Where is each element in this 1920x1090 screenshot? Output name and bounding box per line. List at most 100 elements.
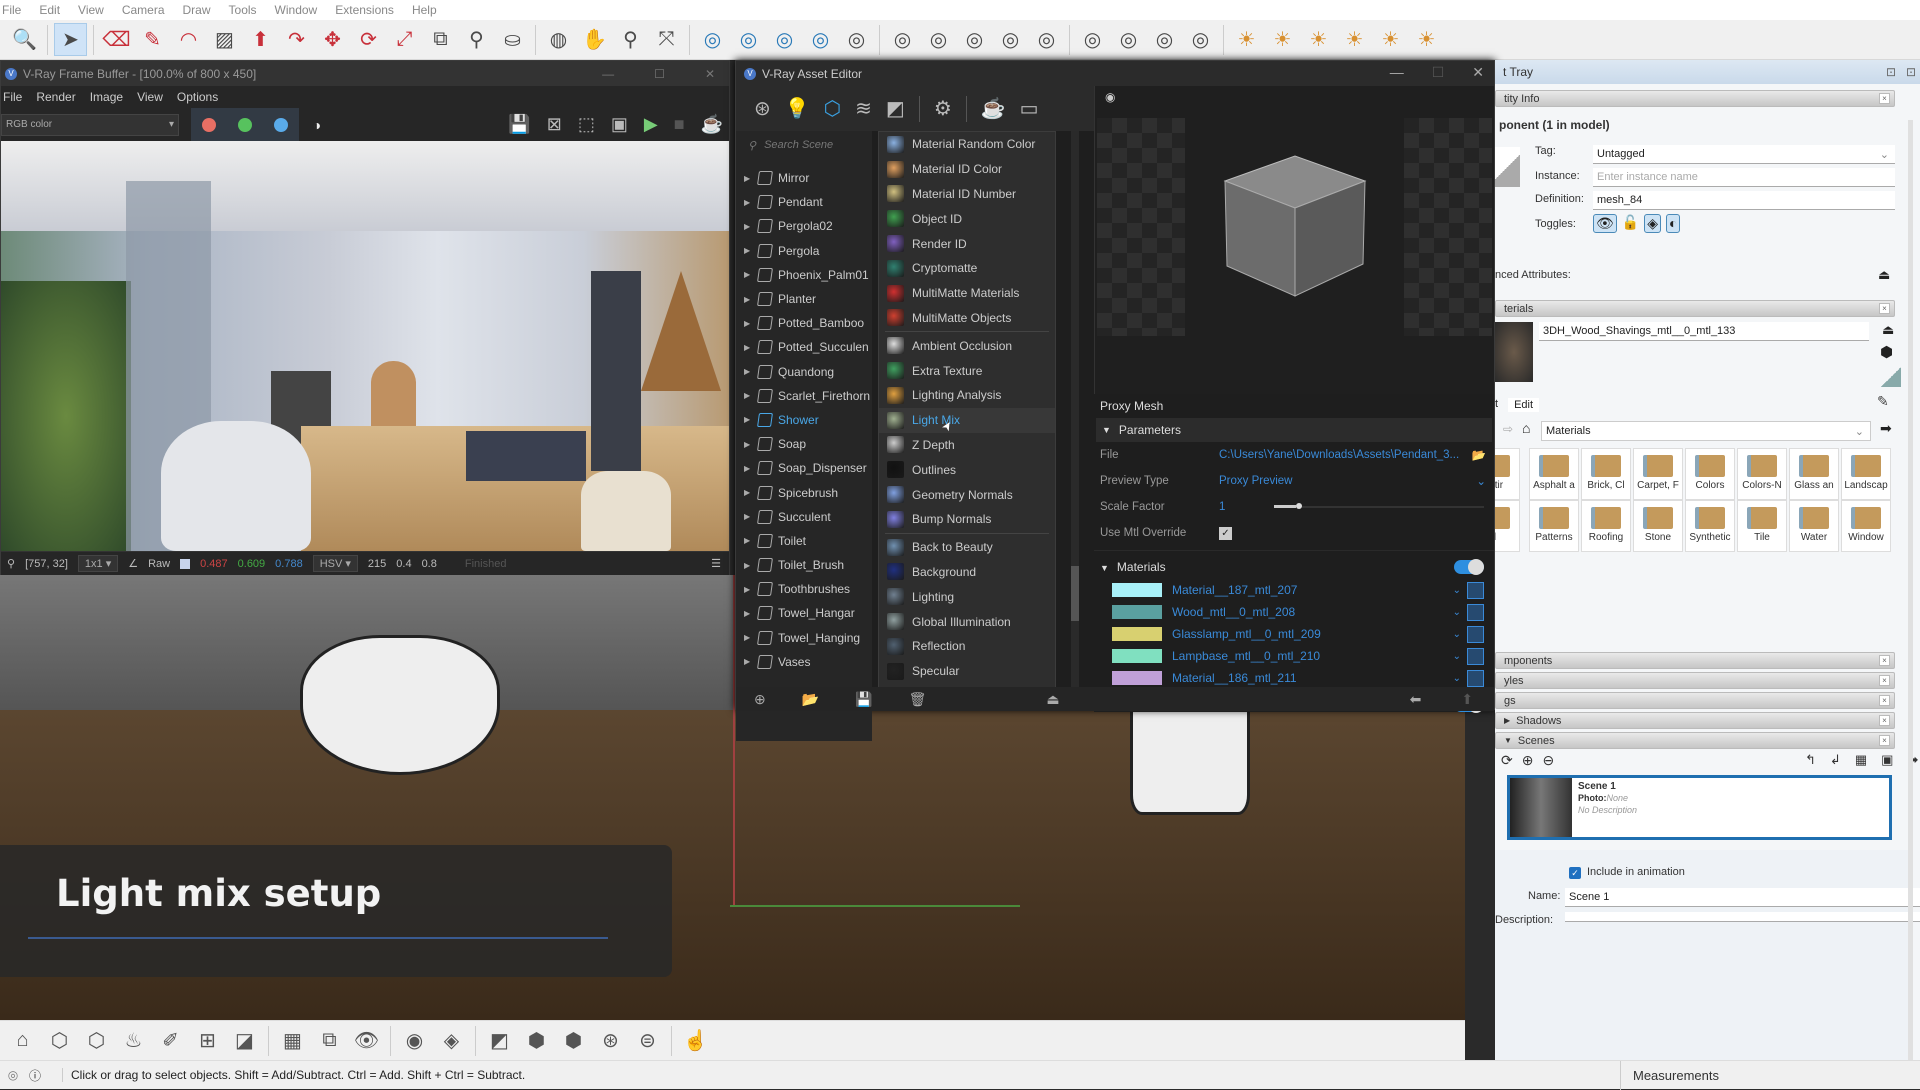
- slider-handle[interactable]: [1296, 503, 1302, 509]
- expand-arrow-icon[interactable]: ▶: [744, 585, 752, 594]
- pin-icon[interactable]: ⊡: [1886, 65, 1896, 79]
- green-channel-button[interactable]: [227, 108, 263, 141]
- show-thumbnails-icon[interactable]: ▣: [1881, 752, 1893, 768]
- material-folder[interactable]: Asphalt a: [1529, 448, 1579, 500]
- expand-arrow-icon[interactable]: ▶: [744, 295, 752, 304]
- material-folder[interactable]: l: [1495, 500, 1520, 552]
- definition-input[interactable]: mesh_84: [1593, 191, 1895, 210]
- render-element-menu-item[interactable]: Reflection: [879, 634, 1055, 659]
- materials-toggle[interactable]: [1454, 559, 1484, 575]
- receive-shadows-icon[interactable]: ◈: [1644, 214, 1661, 233]
- delete-icon[interactable]: 🗑: [909, 691, 927, 708]
- close-panel-icon[interactable]: ×: [1879, 303, 1890, 314]
- vray-proxy-tool-button[interactable]: ◎: [958, 23, 991, 56]
- tape-measure-tool-button[interactable]: ⚲: [460, 23, 493, 56]
- eyedropper-icon[interactable]: ✎: [1877, 393, 1889, 410]
- default-material-icon[interactable]: [1881, 367, 1901, 387]
- outliner-item[interactable]: ▶ Phoenix_Palm01: [744, 263, 874, 287]
- vray-render-tool-button[interactable]: ◎: [696, 23, 729, 56]
- materials-section[interactable]: ▼ Materials: [1094, 555, 1494, 579]
- vfb-menu-file[interactable]: File: [3, 90, 22, 104]
- close-icon[interactable]: ✕: [1472, 64, 1484, 81]
- outliner-item[interactable]: ▶ Spicebrush: [744, 480, 874, 504]
- add-scene-icon[interactable]: ⊕: [1522, 752, 1534, 769]
- chevron-down-icon[interactable]: ⌄: [1453, 607, 1461, 618]
- section-cut-button[interactable]: ◪: [228, 1024, 261, 1057]
- maximize-icon[interactable]: ☐: [654, 67, 665, 81]
- save-image-icon[interactable]: 💾: [508, 114, 530, 135]
- forward-icon[interactable]: ⇨: [1503, 422, 1513, 436]
- scene-item[interactable]: Scene 1 Photo:None No Description: [1507, 775, 1892, 840]
- material-folder[interactable]: Stone: [1633, 500, 1683, 552]
- outliner-item[interactable]: ▶ Pendant: [744, 190, 874, 214]
- vray-cloud-tool-button[interactable]: ◎: [768, 23, 801, 56]
- material-color-swatch[interactable]: [1112, 605, 1162, 619]
- material-folder[interactable]: Synthetic: [1685, 500, 1735, 552]
- outliner-item[interactable]: ▶ Mirror: [744, 166, 874, 190]
- tray-titlebar[interactable]: t Tray ⊡ ⊡: [1495, 60, 1920, 84]
- paint-bucket-tool-button[interactable]: ⛀: [496, 23, 529, 56]
- render-image[interactable]: [1, 141, 729, 551]
- render-element-menu-item[interactable]: Extra Texture: [879, 358, 1055, 383]
- vfb-menu-view[interactable]: View: [137, 90, 163, 104]
- expand-attributes-icon[interactable]: ⏏: [1878, 267, 1890, 283]
- material-color-swatch[interactable]: [1112, 671, 1162, 685]
- menu-draw[interactable]: Draw: [183, 3, 211, 17]
- up-arrow-icon[interactable]: ⬆: [1461, 691, 1473, 708]
- material-link[interactable]: Glasslamp_mtl__0_mtl_209: [1172, 627, 1453, 641]
- outliner-item[interactable]: ▶ Scarlet_Firethorn: [744, 384, 874, 408]
- sandbox-smoove-button[interactable]: ♨: [117, 1024, 150, 1057]
- expand-arrow-icon[interactable]: ▶: [744, 440, 752, 449]
- purge-icon[interactable]: ⏏: [1046, 691, 1059, 708]
- vray-spot-light-tool-button[interactable]: ☀: [1266, 23, 1299, 56]
- outliner-item[interactable]: ▶ Towel_Hanging: [744, 626, 874, 650]
- vray-decal-tool-button[interactable]: ◎: [1148, 23, 1181, 56]
- view-iso-button[interactable]: ⬢: [520, 1024, 553, 1057]
- menu-scrollbar-thumb[interactable]: [1071, 566, 1079, 621]
- outliner-item[interactable]: ▶ Quandong: [744, 360, 874, 384]
- material-folder[interactable]: Brick, Cl: [1581, 448, 1631, 500]
- materials-icon[interactable]: ⊛: [754, 96, 771, 121]
- outliner-item[interactable]: ▶ Towel_Hangar: [744, 601, 874, 625]
- preview-type-dropdown[interactable]: Proxy Preview: [1219, 475, 1476, 487]
- create-material-icon[interactable]: ⬢: [1880, 343, 1893, 361]
- red-channel-button[interactable]: [191, 108, 227, 141]
- back-arrow-icon[interactable]: ⬅: [1410, 691, 1422, 708]
- render-element-menu-item[interactable]: Material Random Color: [879, 132, 1055, 157]
- expand-arrow-icon[interactable]: ▶: [744, 415, 752, 424]
- render-element-menu-item[interactable]: MultiMatte Objects: [879, 306, 1055, 331]
- move-scene-down-icon[interactable]: ↲: [1830, 752, 1841, 768]
- close-panel-icon[interactable]: ×: [1879, 735, 1890, 746]
- outliner-item[interactable]: ▶ Planter: [744, 287, 874, 311]
- collapsed-panel-header[interactable]: gs ×: [1495, 692, 1895, 709]
- material-color-swatch[interactable]: [1112, 583, 1162, 597]
- vray-lights-tool-button[interactable]: ◎: [922, 23, 955, 56]
- outliner-item[interactable]: ▶ Pergola02: [744, 214, 874, 238]
- sandbox-stamp-button[interactable]: ✐: [154, 1024, 187, 1057]
- material-details-icon[interactable]: ⏏: [1882, 322, 1894, 338]
- material-color-swatch[interactable]: [1112, 627, 1162, 641]
- vfb-menu-options[interactable]: Options: [177, 90, 218, 104]
- collapsed-panel-header[interactable]: yles ×: [1495, 672, 1895, 689]
- scale-tool-button[interactable]: ⤢: [388, 23, 421, 56]
- scale-factor-slider[interactable]: [1274, 503, 1484, 509]
- material-folder[interactable]: Carpet, F: [1633, 448, 1683, 500]
- home-icon[interactable]: ⌂: [1522, 420, 1530, 436]
- pan-tool-button[interactable]: ✋: [578, 23, 611, 56]
- outliner-item[interactable]: ▶ Toothbrushes: [744, 577, 874, 601]
- render-element-menu-item[interactable]: MultiMatte Materials: [879, 281, 1055, 306]
- offset-tool-button[interactable]: ⧉: [424, 23, 457, 56]
- vray-omni-light-tool-button[interactable]: ☀: [1374, 23, 1407, 56]
- expand-arrow-icon[interactable]: ▶: [744, 536, 752, 545]
- channel-select[interactable]: RGB color ▾: [1, 113, 179, 136]
- render-element-menu-item[interactable]: Back to Beauty: [879, 535, 1055, 560]
- file-path-link[interactable]: C:\Users\Yane\Downloads\Assets\Pendant_3…: [1219, 449, 1472, 461]
- material-assign-button[interactable]: [1467, 625, 1484, 643]
- clear-image-icon[interactable]: ⊠: [547, 114, 562, 135]
- vray-interactive-tool-button[interactable]: ◎: [732, 23, 765, 56]
- display-style-button[interactable]: ⊜: [631, 1024, 664, 1057]
- expand-arrow-icon[interactable]: ▶: [744, 343, 752, 352]
- vray-sun-tool-button[interactable]: ☀: [1230, 23, 1263, 56]
- render-element-menu-item[interactable]: Material ID Number: [879, 182, 1055, 207]
- menu-file[interactable]: File: [2, 3, 21, 17]
